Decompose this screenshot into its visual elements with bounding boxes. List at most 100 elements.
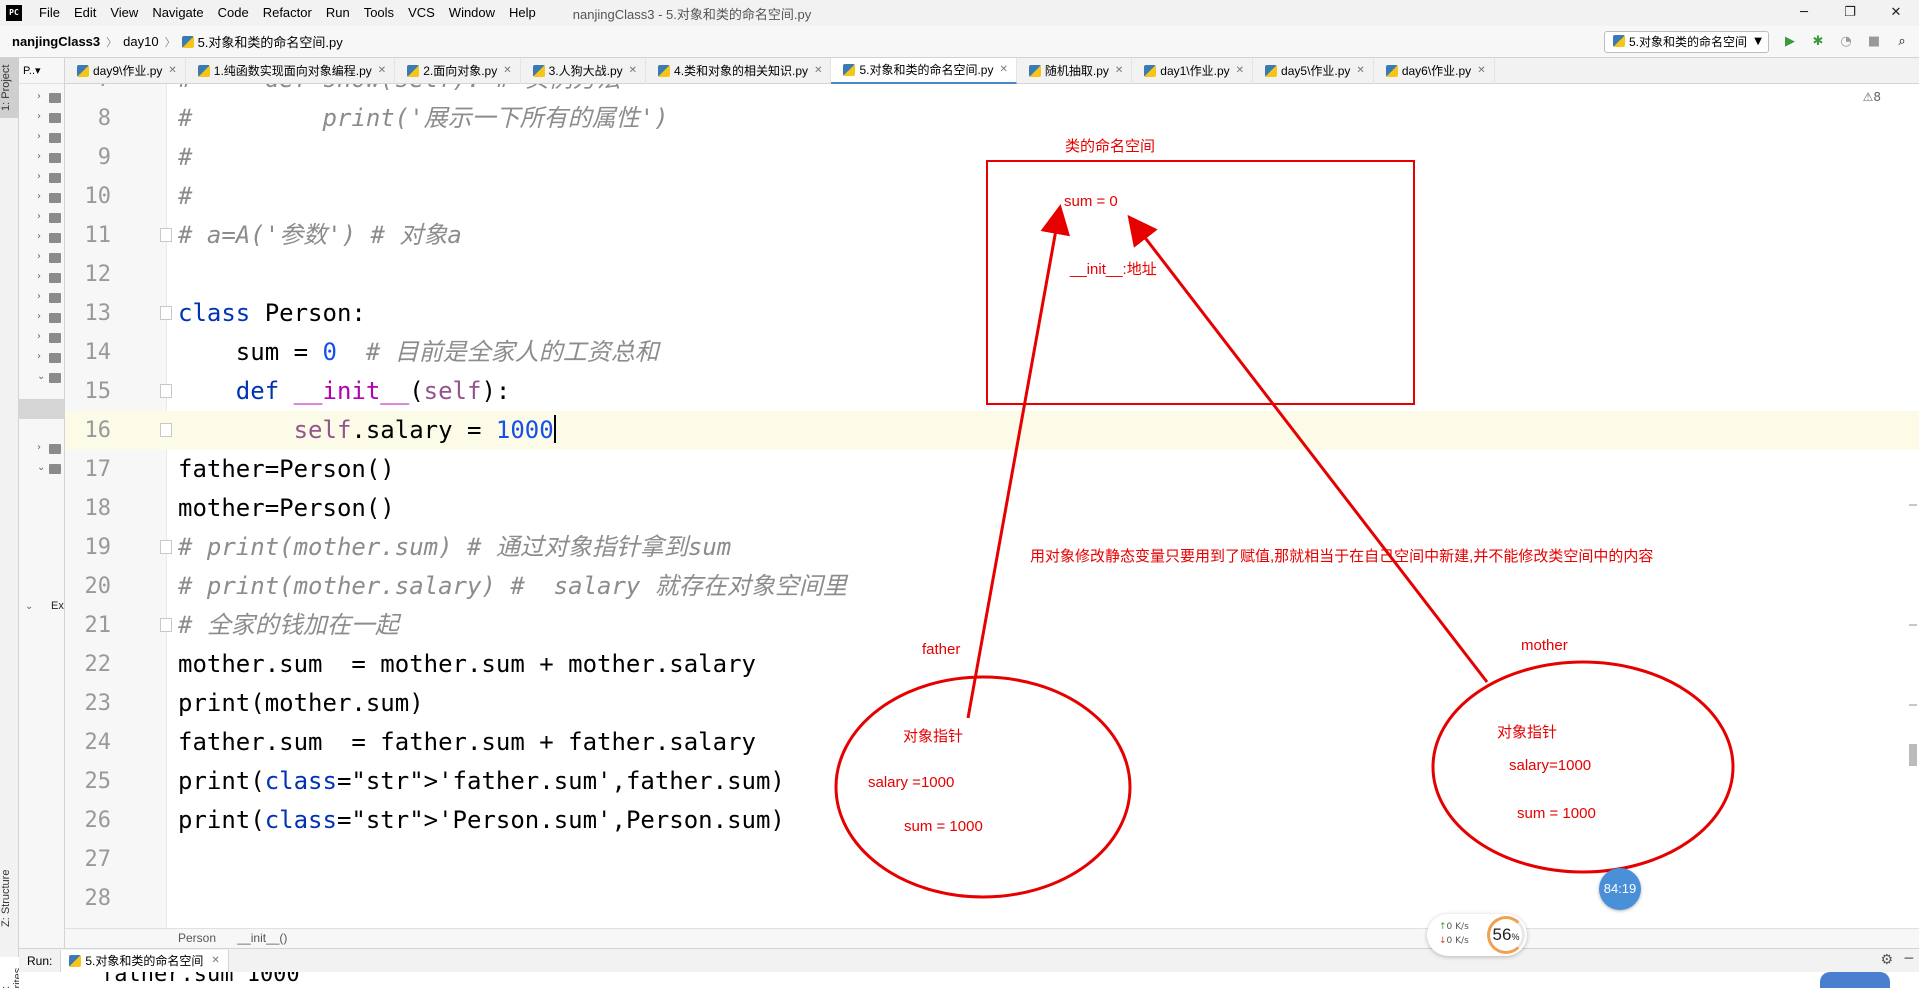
close-icon[interactable]: ✕ bbox=[814, 65, 822, 76]
coverage-icon[interactable]: ◔ bbox=[1835, 32, 1857, 52]
run-configuration-select[interactable]: 5.对象和类的命名空间 ▼ bbox=[1604, 31, 1769, 53]
close-icon[interactable]: ✕ bbox=[1477, 65, 1485, 76]
tree-item[interactable]: › bbox=[19, 439, 64, 459]
close-icon[interactable]: ✕ bbox=[503, 65, 511, 76]
fold-marker-icon[interactable] bbox=[160, 384, 172, 398]
stop-icon[interactable]: ■ bbox=[1863, 32, 1885, 52]
upload-speed-value: 0 K/s bbox=[1446, 922, 1469, 932]
tree-item[interactable]: ⌄ bbox=[19, 368, 64, 388]
minimize-panel-icon[interactable]: ─ bbox=[1905, 951, 1913, 967]
tab-label: day6\作业.py bbox=[1401, 64, 1472, 78]
fold-marker-icon[interactable] bbox=[160, 618, 172, 632]
project-tool-button[interactable]: 1: Project bbox=[0, 58, 19, 118]
tree-item[interactable]: › bbox=[19, 168, 64, 188]
tab-day5-homework[interactable]: day5\作业.py ✕ bbox=[1253, 57, 1374, 84]
tree-item[interactable]: › bbox=[19, 128, 64, 148]
gear-icon[interactable]: ⚙ bbox=[1880, 952, 1893, 968]
menu-code[interactable]: Code bbox=[211, 0, 256, 26]
restore-icon[interactable]: ❐ bbox=[1827, 0, 1873, 26]
cpu-usage-ring: 56% bbox=[1487, 916, 1525, 954]
structure-tool-button[interactable]: Z: Structure bbox=[0, 868, 19, 928]
fold-marker-icon[interactable] bbox=[160, 540, 172, 554]
menu-refactor[interactable]: Refactor bbox=[256, 0, 319, 26]
breadcrumb-project[interactable]: nanjingClass3 bbox=[0, 34, 106, 49]
tab-random-pick[interactable]: 随机抽取.py ✕ bbox=[1017, 57, 1133, 84]
folder-icon bbox=[49, 293, 61, 303]
external-libraries-label: Ex bbox=[51, 600, 64, 612]
project-panel-header[interactable]: P..▾ bbox=[19, 58, 64, 84]
tree-item[interactable]: › bbox=[19, 328, 64, 348]
line-number: 28 bbox=[84, 886, 112, 911]
run-output[interactable]: father.sum 1000 bbox=[19, 972, 1919, 988]
close-icon[interactable]: ✕ bbox=[1356, 65, 1364, 76]
python-file-icon bbox=[1028, 64, 1041, 77]
minimize-icon[interactable]: ─ bbox=[1781, 0, 1827, 26]
tab-human-dog-battle[interactable]: 3.人狗大战.py ✕ bbox=[521, 57, 647, 84]
chevron-right-icon: › bbox=[37, 351, 41, 362]
breadcrumb-class[interactable]: Person bbox=[178, 931, 216, 945]
tab-day1-homework[interactable]: day1\作业.py ✕ bbox=[1132, 57, 1254, 84]
tab-day9-homework[interactable]: day9\作业.py ✕ bbox=[65, 57, 186, 84]
tree-item[interactable]: › bbox=[19, 308, 64, 328]
breadcrumb-method[interactable]: __init__() bbox=[237, 931, 287, 945]
close-icon[interactable]: ✕ bbox=[999, 64, 1007, 75]
tab-day6-homework[interactable]: day6\作业.py ✕ bbox=[1374, 57, 1495, 84]
tree-item[interactable]: › bbox=[19, 228, 64, 248]
menu-view[interactable]: View bbox=[103, 0, 145, 26]
tab-pure-function-oop[interactable]: 1.纯函数实现面向对象编程.py ✕ bbox=[186, 57, 396, 84]
close-icon[interactable]: ✕ bbox=[1873, 0, 1919, 26]
debug-icon[interactable]: ✱ bbox=[1807, 32, 1829, 52]
menu-navigate[interactable]: Navigate bbox=[145, 0, 210, 26]
tree-item[interactable]: › bbox=[19, 268, 64, 288]
menu-tools[interactable]: Tools bbox=[357, 0, 401, 26]
breadcrumb-folder[interactable]: day10 bbox=[117, 34, 164, 49]
search-icon[interactable]: ⌕ bbox=[1891, 32, 1913, 52]
menu-vcs[interactable]: VCS bbox=[401, 0, 442, 26]
run-icon[interactable]: ▶ bbox=[1779, 32, 1801, 52]
menu-file[interactable]: File bbox=[32, 0, 67, 26]
class-namespace-title: 类的命名空间 bbox=[1065, 138, 1156, 155]
code-text: # 全家的钱加在一起 bbox=[178, 611, 399, 639]
favorites-tool-button[interactable]: 2: Favorites bbox=[0, 963, 24, 988]
close-icon[interactable]: ✕ bbox=[378, 65, 386, 76]
menu-run[interactable]: Run bbox=[319, 0, 357, 26]
code-text: sum = 0 # 目前是全家人的工资总和 bbox=[178, 338, 659, 366]
menu-window[interactable]: Window bbox=[442, 0, 502, 26]
tab-label: day1\作业.py bbox=[1160, 64, 1230, 78]
fold-marker-icon[interactable] bbox=[160, 228, 172, 242]
tree-item[interactable]: ⌄ Ex bbox=[19, 598, 64, 618]
tree-item[interactable]: › bbox=[19, 188, 64, 208]
tree-item[interactable]: › bbox=[19, 88, 64, 108]
chevron-right-icon: › bbox=[37, 251, 41, 262]
floating-assistant-icon[interactable] bbox=[1820, 972, 1890, 988]
fold-marker-icon[interactable] bbox=[160, 423, 172, 437]
tree-item[interactable]: ⌄ bbox=[19, 459, 64, 479]
chevron-down-icon: ⌄ bbox=[37, 371, 46, 382]
download-speed: ↓0 K/s bbox=[1439, 936, 1469, 946]
close-icon[interactable]: ✕ bbox=[1236, 65, 1244, 76]
recording-timer-badge[interactable]: 84:19 bbox=[1599, 868, 1641, 910]
fold-marker-icon[interactable] bbox=[160, 306, 172, 320]
chevron-right-icon: › bbox=[37, 311, 41, 322]
tree-item[interactable]: › bbox=[19, 208, 64, 228]
close-icon[interactable]: ✕ bbox=[211, 955, 219, 966]
network-monitor-widget[interactable]: ↑0 K/s ↓0 K/s 56% bbox=[1427, 914, 1527, 956]
tab-class-object-knowledge[interactable]: 4.类和对象的相关知识.py ✕ bbox=[646, 57, 832, 84]
close-icon[interactable]: ✕ bbox=[629, 65, 637, 76]
tree-item[interactable]: › bbox=[19, 288, 64, 308]
tab-oop[interactable]: 2.面向对象.py ✕ bbox=[395, 57, 521, 84]
menu-edit[interactable]: Edit bbox=[67, 0, 103, 26]
father-label: father bbox=[922, 641, 961, 658]
tree-item[interactable]: › bbox=[19, 148, 64, 168]
run-tab[interactable]: 5.对象和类的命名空间 ✕ bbox=[60, 949, 229, 972]
code-line: 7 # def show(self): # 实例方法 bbox=[65, 84, 1919, 99]
breadcrumb-file[interactable]: 5.对象和类的命名空间.py bbox=[176, 32, 349, 51]
menu-help[interactable]: Help bbox=[502, 0, 543, 26]
tree-item[interactable]: › bbox=[19, 348, 64, 368]
tab-namespace-active[interactable]: 5.对象和类的命名空间.py ✕ bbox=[831, 57, 1017, 84]
close-icon[interactable]: ✕ bbox=[1115, 65, 1123, 76]
python-file-icon bbox=[1385, 64, 1398, 77]
close-icon[interactable]: ✕ bbox=[168, 65, 176, 76]
tree-item[interactable]: › bbox=[19, 108, 64, 128]
tree-item[interactable]: › bbox=[19, 248, 64, 268]
